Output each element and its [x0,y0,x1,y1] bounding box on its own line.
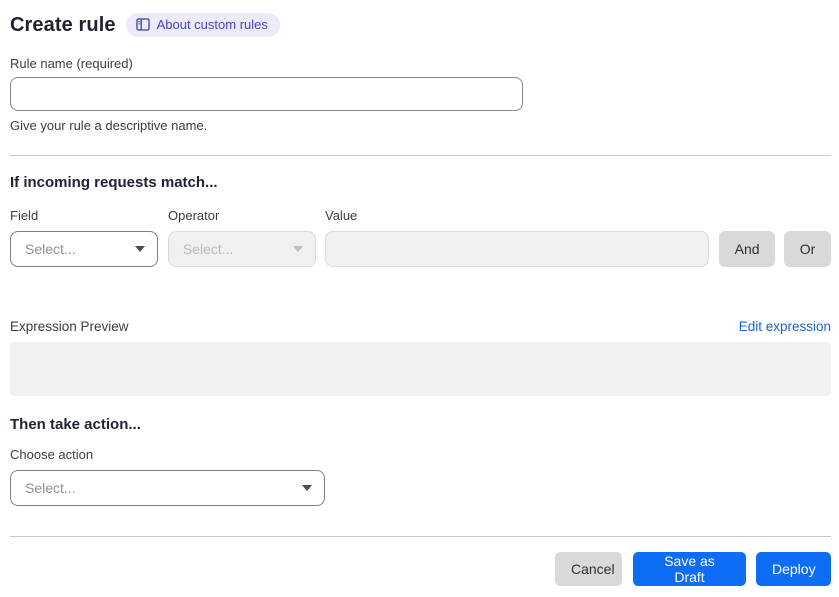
action-select-placeholder: Select... [25,480,76,496]
choose-action-label: Choose action [10,447,94,462]
and-button[interactable]: And [719,231,776,267]
chevron-down-icon [134,246,145,252]
save-as-draft-button[interactable]: Save as Draft [633,552,746,586]
create-rule-page: Create rule About custom rules Rule name… [0,0,839,586]
rule-name-input[interactable] [10,77,523,111]
condition-row: Select... Select... And Or [10,231,831,267]
field-select[interactable]: Select... [10,231,158,267]
value-label: Value [325,208,358,223]
rule-name-helper-text: Give your rule a descriptive name. [10,118,208,133]
chevron-down-icon [302,485,312,491]
action-section-heading: Then take action... [10,416,141,433]
operator-select-placeholder: Select... [182,241,234,257]
expression-preview-row: Expression Preview Edit expression [10,319,831,334]
section-divider [10,155,831,156]
expression-preview-label: Expression Preview [10,319,129,334]
footer-actions: Cancel Save as Draft Deploy [10,552,831,586]
book-icon [135,18,150,31]
edit-expression-link[interactable]: Edit expression [739,319,831,334]
chevron-down-icon [292,246,303,252]
action-select[interactable]: Select... [10,470,325,506]
operator-label: Operator [168,208,220,223]
cancel-button[interactable]: Cancel [555,552,622,586]
deploy-button[interactable]: Deploy [756,552,831,586]
match-section-heading: If incoming requests match... [10,174,218,191]
value-input [324,231,710,267]
condition-labels-row: Field Operator Value [10,208,831,223]
field-select-placeholder: Select... [25,241,76,257]
about-badge-label: About custom rules [156,17,268,32]
page-header: Create rule About custom rules [10,12,831,38]
field-label: Field [10,208,39,223]
operator-select: Select... [167,231,316,267]
rule-name-label: Rule name (required) [10,56,133,71]
footer-divider [10,536,831,537]
or-button[interactable]: Or [784,231,831,267]
page-title: Create rule [10,13,116,36]
about-custom-rules-badge[interactable]: About custom rules [125,13,280,37]
expression-preview-box [10,342,831,396]
